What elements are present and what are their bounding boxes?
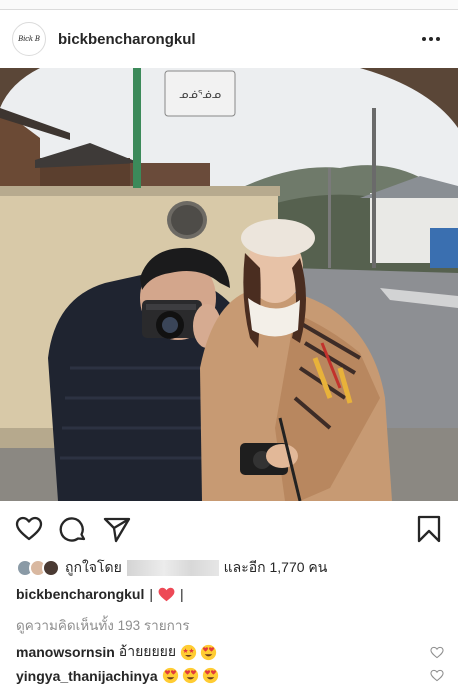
likes-row[interactable]: ถูกใจโดย และอีก 1,770 คน [16,556,327,580]
avatar-logo-text: Bick B [18,35,40,43]
ellipsis-horizontal-icon [422,37,426,41]
avatar[interactable]: Bick B [12,22,46,56]
comment-like-heart-icon[interactable] [430,669,444,682]
comment-row: yingya_thanijachinya [16,667,444,684]
heart-eyes-emoji-icon [202,667,218,684]
photo-illustration: ᓄᓅᕐᓅᓄ [0,68,458,501]
star-struck-emoji-icon [180,644,197,660]
action-bar [0,501,458,555]
more-options-button[interactable] [420,31,442,47]
heart-eyes-emoji-icon [182,667,198,684]
view-all-comments-link[interactable]: ดูความคิดเห็นทั้ง 193 รายการ [16,614,190,636]
caption-separator: | [180,586,184,602]
likes-text: ถูกใจโดย และอีก 1,770 คน [65,557,327,579]
top-strip [0,0,458,10]
caption-username[interactable]: bickbencharongkul [16,586,144,602]
redacted-username [126,560,219,577]
comment-text: อ้ายยยยย [118,643,177,659]
caption-separator: | [149,586,153,602]
comment-username[interactable]: yingya_thanijachinya [16,668,158,684]
street-sign-text: ᓄᓅᕐᓅᓄ [179,88,221,101]
liker-avatar [42,559,60,577]
bookmark-icon[interactable] [414,514,444,544]
comment-like-heart-icon[interactable] [430,646,444,659]
comment-username[interactable]: manowsornsin [16,644,115,660]
comment-row: manowsornsin อ้ายยยยย [16,641,444,663]
likes-count: และอีก 1,770 คน [223,559,328,575]
comment-bubble-icon[interactable] [58,514,88,544]
heart-eyes-emoji-icon [162,667,178,684]
heart-outline-icon[interactable] [14,514,44,544]
caption: bickbencharongkul | | [16,586,184,602]
likes-prefix: ถูกใจโดย [65,559,122,575]
post-header: Bick B bickbencharongkul [0,10,458,68]
post-photo[interactable]: ᓄᓅᕐᓅᓄ [0,68,458,501]
heart-eyes-emoji-icon [200,644,217,660]
red-heart-emoji-icon [158,587,175,601]
post-username[interactable]: bickbencharongkul [58,31,196,48]
share-paper-plane-icon[interactable] [102,514,132,544]
